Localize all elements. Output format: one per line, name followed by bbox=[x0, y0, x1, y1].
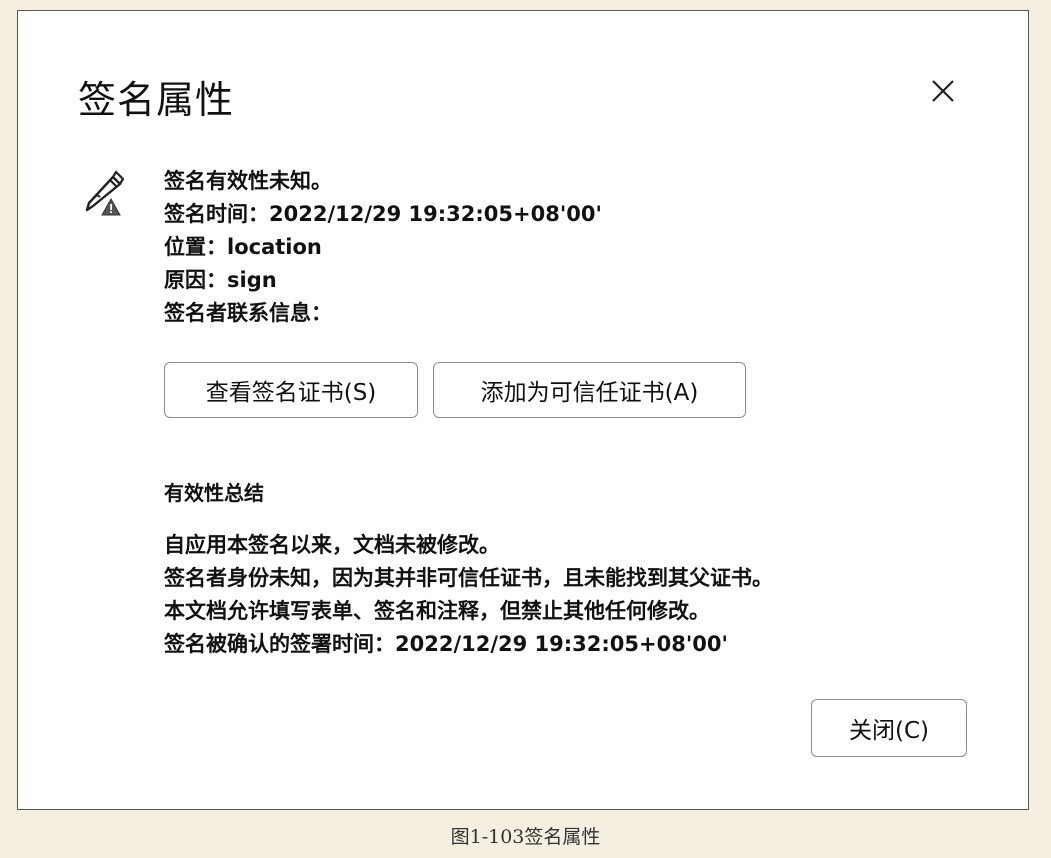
summary-line: 自应用本签名以来，文档未被修改。 bbox=[164, 533, 500, 557]
summary-line: 本文档允许填写表单、签名和注释，但禁止其他任何修改。 bbox=[164, 599, 710, 623]
close-button[interactable]: 关闭(C) bbox=[811, 699, 967, 757]
signer-contact-info: 签名者联系信息： bbox=[164, 301, 332, 325]
figure-caption: 图1-103签名属性 bbox=[450, 826, 601, 848]
signature-info: 签名有效性未知。 签名时间：2022/12/29 19:32:05+08'00'… bbox=[164, 165, 602, 330]
view-certificate-button[interactable]: 查看签名证书(S) bbox=[164, 362, 418, 418]
validity-summary: 自应用本签名以来，文档未被修改。 签名者身份未知，因为其并非可信任证书，且未能找… bbox=[164, 529, 773, 661]
validity-summary-heading: 有效性总结 bbox=[164, 481, 264, 505]
summary-line: 签名者身份未知，因为其并非可信任证书，且未能找到其父证书。 bbox=[164, 566, 773, 590]
add-trusted-certificate-button[interactable]: 添加为可信任证书(A) bbox=[433, 362, 746, 418]
dialog-title: 签名属性 bbox=[78, 78, 235, 122]
signature-pen-warning-icon bbox=[85, 170, 125, 216]
signing-reason: 原因：sign bbox=[164, 268, 277, 292]
signing-location: 位置：location bbox=[164, 235, 322, 259]
validity-status: 签名有效性未知。 bbox=[164, 169, 332, 193]
summary-line: 签名被确认的签署时间：2022/12/29 19:32:05+08'00' bbox=[164, 632, 728, 656]
signing-time: 签名时间：2022/12/29 19:32:05+08'00' bbox=[164, 202, 602, 226]
signature-properties-dialog: 签名属性 签名有效性未知。 签名时间：2022/12/29 19:32:05+0… bbox=[17, 10, 1029, 810]
close-icon[interactable] bbox=[925, 73, 961, 109]
